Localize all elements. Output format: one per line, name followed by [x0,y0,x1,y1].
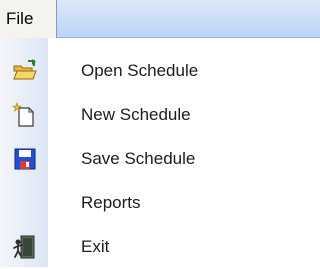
menu-item-reports[interactable]: Reports [0,181,320,225]
menu-file[interactable]: File [0,0,57,38]
menu-item-open-schedule[interactable]: Open Schedule [0,49,320,93]
menu-item-label: Exit [81,237,110,256]
menu-item-label: Save Schedule [81,149,196,168]
new-document-icon [12,102,34,127]
open-folder-icon [13,59,37,80]
menu-item-label: New Schedule [81,105,191,124]
exit-door-icon [13,235,35,259]
menu-item-label: Open Schedule [81,61,199,80]
menu-item-save-schedule[interactable]: Save Schedule [0,137,320,181]
menu-item-exit[interactable]: Exit [0,225,320,269]
save-disk-icon [14,148,36,170]
file-dropdown-menu: Open Schedule New Schedule Save Schedule… [0,38,320,267]
menu-item-label: Reports [81,193,141,212]
menu-bar: File [0,0,320,38]
menu-item-new-schedule[interactable]: New Schedule [0,93,320,137]
